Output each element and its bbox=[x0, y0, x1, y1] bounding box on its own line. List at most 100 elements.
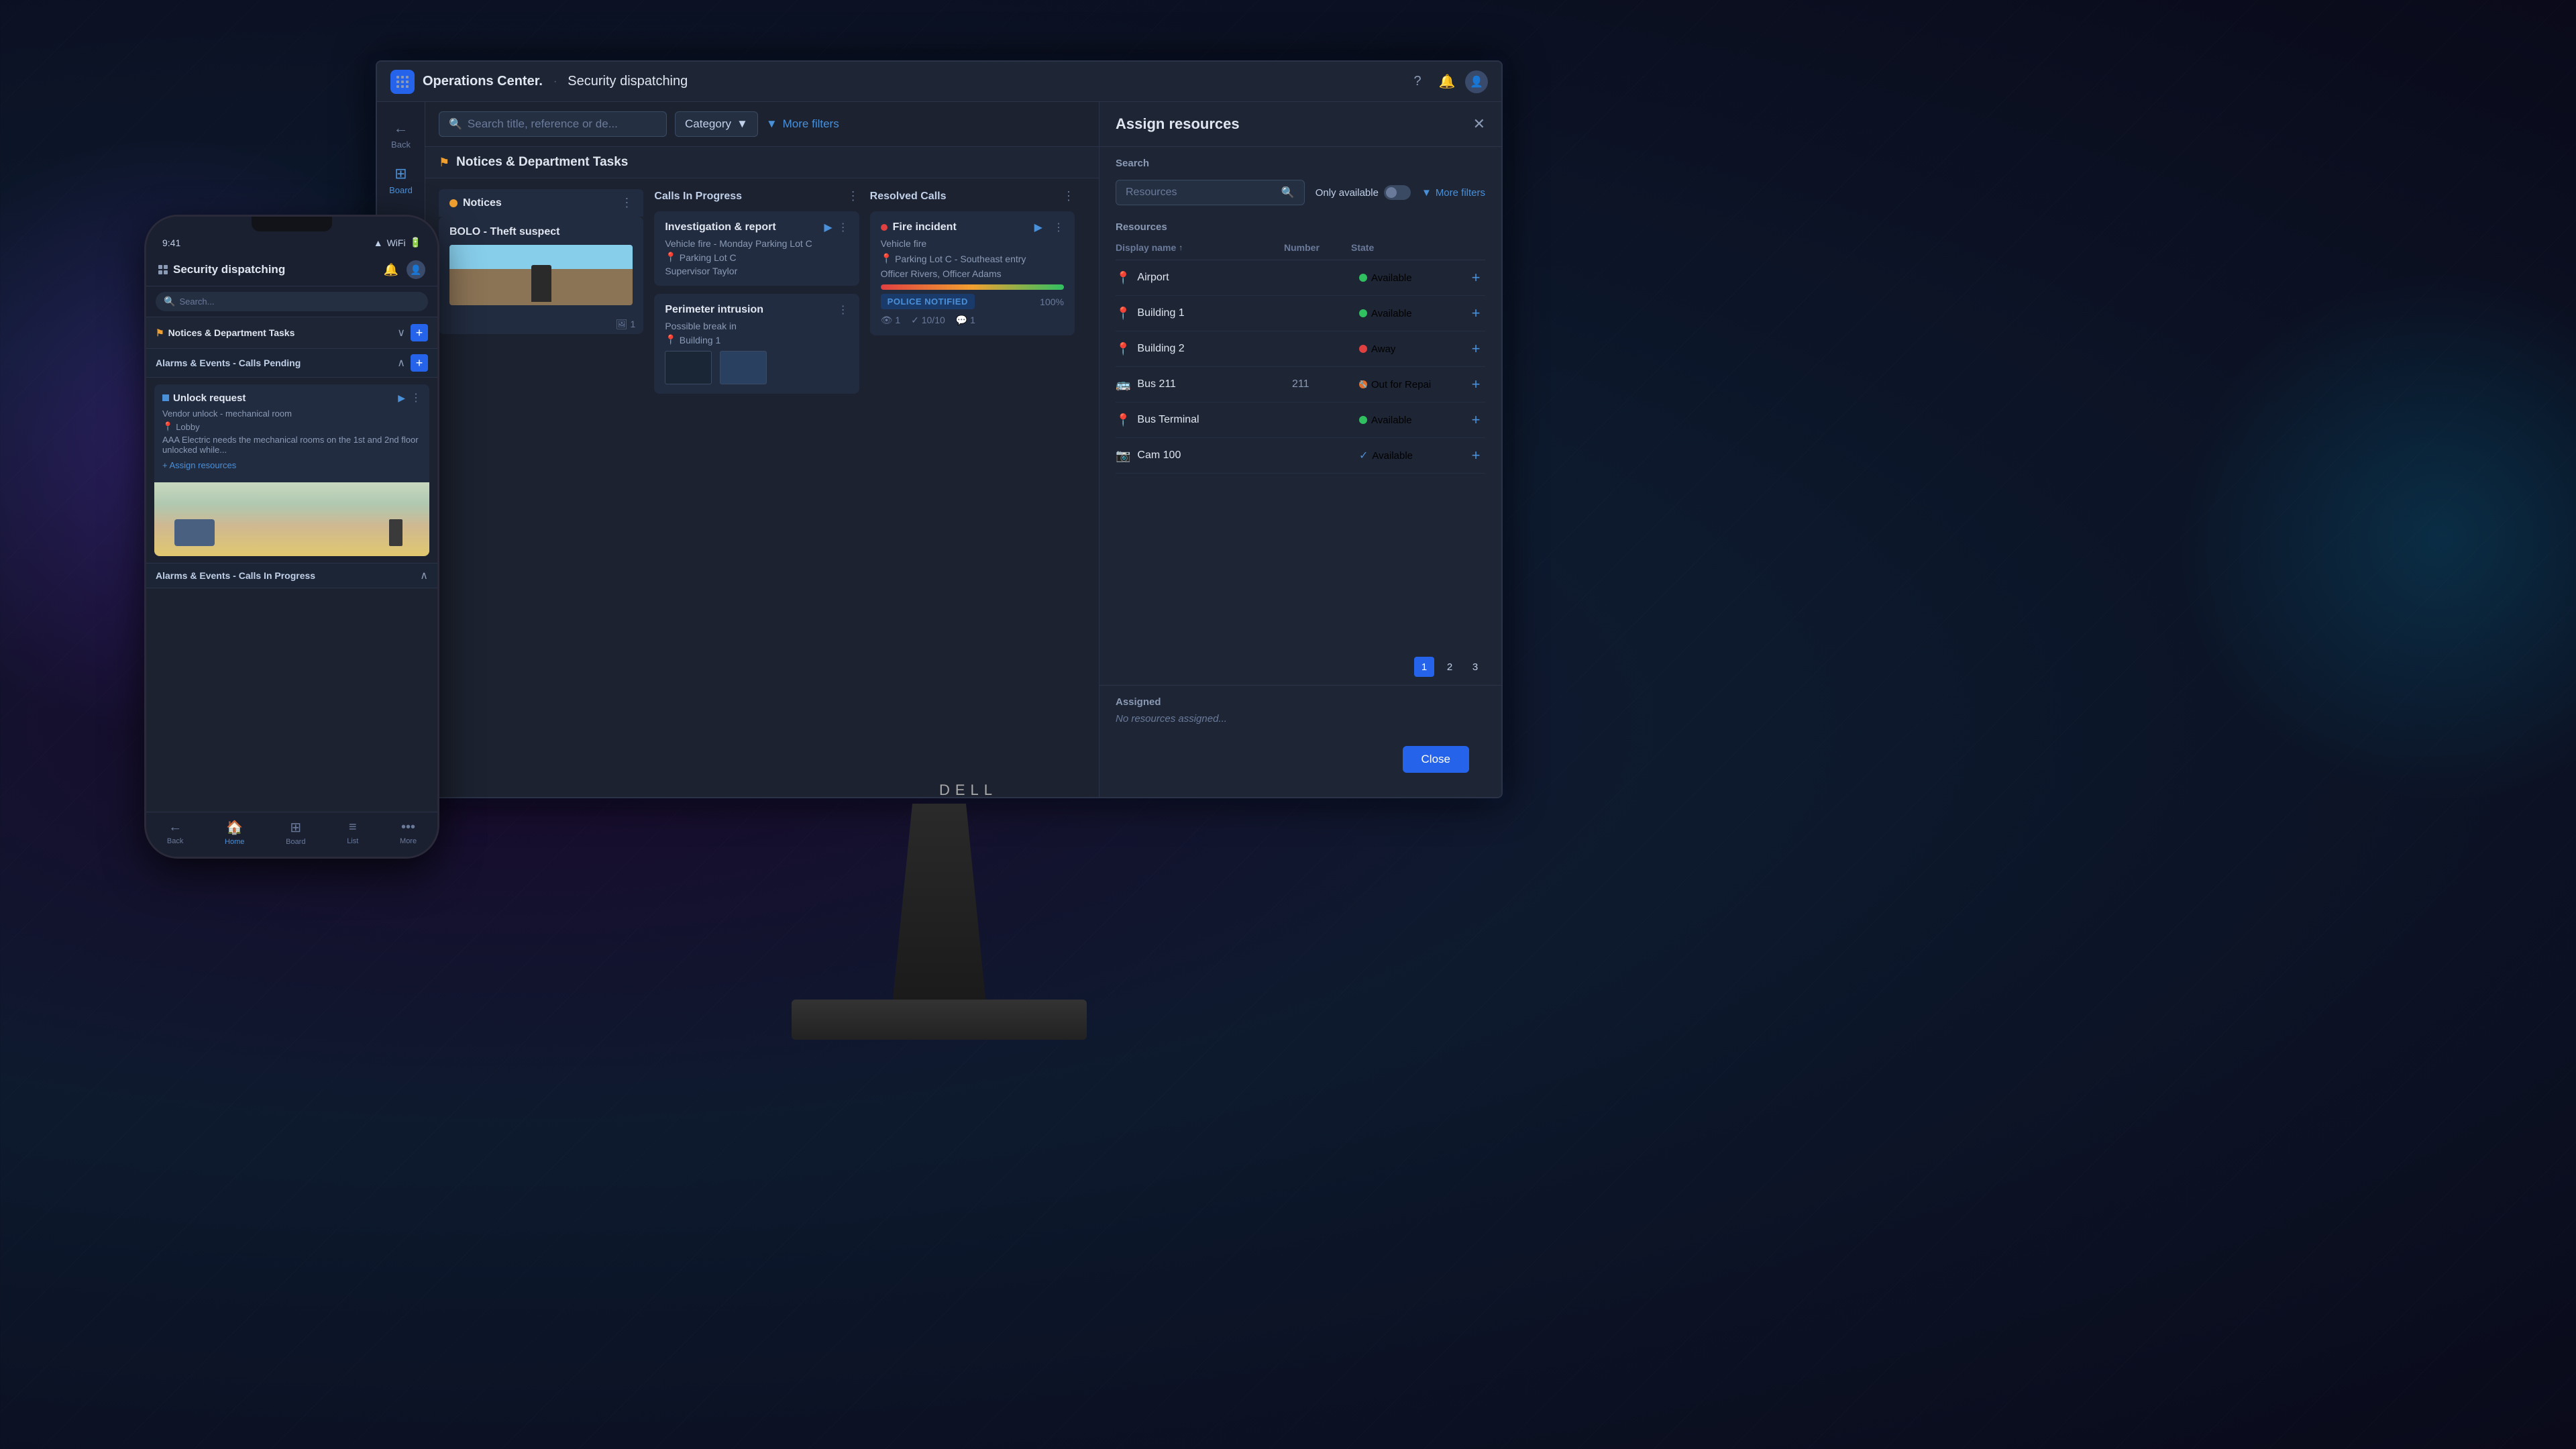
sidebar-item-board[interactable]: ⊞ Board bbox=[382, 158, 420, 201]
phone-inprogress-expand-icon[interactable]: ∧ bbox=[420, 569, 428, 582]
sidebar-item-back[interactable]: ← Back bbox=[382, 113, 420, 156]
phone-nav-bar: ← Back 🏠 Home ⊞ Board ≡ List ••• More bbox=[146, 812, 437, 857]
close-panel-button[interactable]: Close bbox=[1403, 746, 1469, 773]
fire-menu-icon[interactable]: ⋮ bbox=[1053, 221, 1064, 234]
page-1-button[interactable]: 1 bbox=[1414, 657, 1434, 677]
phone-search-bar: 🔍 Search... bbox=[146, 286, 437, 317]
assign-search-wrapper[interactable]: 🔍 bbox=[1116, 180, 1305, 205]
phone-pending-expand-icon[interactable]: ∧ bbox=[397, 356, 405, 370]
user-avatar[interactable]: 👤 bbox=[1465, 70, 1488, 93]
busterminal-add-button[interactable]: + bbox=[1466, 411, 1485, 429]
calls-column-header: Calls In Progress ⋮ bbox=[654, 189, 859, 203]
lobby-background bbox=[154, 482, 429, 556]
category-label: Category bbox=[685, 117, 731, 131]
phone-app-header: Security dispatching 🔔 👤 bbox=[146, 254, 437, 286]
more-filters-button[interactable]: ▼ More filters bbox=[766, 117, 839, 131]
phone-container: 9:41 ▲ WiFi 🔋 Security dispatching bbox=[144, 215, 439, 859]
building1-add-button[interactable]: + bbox=[1466, 304, 1485, 323]
cam100-name: Cam 100 bbox=[1137, 449, 1292, 462]
phone-search-placeholder[interactable]: Search... bbox=[179, 297, 214, 307]
phone-nav-home-label: Home bbox=[225, 838, 244, 846]
monitor-base bbox=[792, 1000, 1087, 1040]
assign-more-filters-button[interactable]: ▼ More filters bbox=[1421, 187, 1485, 199]
search-input[interactable] bbox=[468, 117, 655, 131]
fire-subtitle: Vehicle fire bbox=[881, 238, 1064, 249]
phone-nav-home[interactable]: 🏠 Home bbox=[225, 819, 244, 846]
perimeter-menu-icon[interactable]: ⋮ bbox=[838, 303, 849, 317]
only-available-row: Only available bbox=[1316, 185, 1411, 200]
bus211-add-button[interactable]: + bbox=[1466, 375, 1485, 394]
phone-unlock-dot bbox=[162, 394, 169, 401]
building2-state-label: Away bbox=[1371, 343, 1395, 355]
fire-card-meta: 👁 1 ✓ 10/10 💬 1 bbox=[881, 315, 1064, 326]
fire-location: 📍 Parking Lot C - Southeast entry bbox=[881, 253, 1064, 264]
app-name: Operations Center. bbox=[423, 74, 543, 89]
phone-nav-more[interactable]: ••• More bbox=[400, 820, 417, 845]
phone-header-icons: 🔔 👤 bbox=[384, 260, 425, 279]
call-card-perimeter[interactable]: Perimeter intrusion ⋮ Possible break in … bbox=[654, 294, 859, 394]
notice-card-bolo[interactable]: BOLO - Theft suspect 🖼 1 bbox=[439, 217, 643, 334]
store-image bbox=[449, 245, 633, 305]
phone-unlock-menu-icon[interactable]: ⋮ bbox=[411, 391, 421, 405]
phone-nav-list[interactable]: ≡ List bbox=[347, 820, 358, 845]
phone-alarms-inprogress-title: Alarms & Events - Calls In Progress bbox=[156, 570, 315, 581]
notices-column: Notices ⋮ BOLO - Theft suspect bbox=[439, 189, 643, 786]
building2-state: Away bbox=[1359, 343, 1466, 355]
assign-panel-close-icon[interactable]: ✕ bbox=[1473, 115, 1485, 133]
image-count-icon: 🖼 1 bbox=[616, 319, 635, 330]
search-input-wrapper[interactable]: 🔍 bbox=[439, 111, 667, 137]
sidebar-board-label: Board bbox=[389, 185, 413, 195]
resolved-calls-column: Resolved Calls ⋮ Fire incident ▶ ⋮ bbox=[870, 189, 1075, 786]
phone-bell-icon[interactable]: 🔔 bbox=[384, 263, 398, 277]
help-icon[interactable]: ? bbox=[1406, 70, 1429, 93]
phone-alarms-pending-actions: ∧ + bbox=[397, 354, 428, 372]
investigation-play-icon[interactable]: ▶ bbox=[824, 221, 832, 234]
filter-funnel-icon: ▼ bbox=[1421, 187, 1432, 199]
airport-add-button[interactable]: + bbox=[1466, 268, 1485, 287]
title-bar: Operations Center. · Security dispatchin… bbox=[377, 62, 1501, 102]
investigation-menu-icon[interactable]: ⋮ bbox=[838, 221, 849, 234]
app-window: Operations Center. · Security dispatchin… bbox=[377, 62, 1501, 797]
phone-nav-back-label: Back bbox=[167, 837, 183, 845]
phone-assign-resources-button[interactable]: + Assign resources bbox=[162, 460, 421, 470]
phone-nav-board-icon: ⊞ bbox=[290, 819, 301, 836]
phone-user-avatar[interactable]: 👤 bbox=[407, 260, 425, 279]
page-3-button[interactable]: 3 bbox=[1465, 657, 1485, 677]
col-header-state: State bbox=[1351, 242, 1458, 253]
fire-play-icon[interactable]: ▶ bbox=[1034, 221, 1042, 234]
phone-notices-add-button[interactable]: + bbox=[411, 324, 428, 341]
notices-menu-icon[interactable]: ⋮ bbox=[621, 196, 633, 210]
building2-add-button[interactable]: + bbox=[1466, 339, 1485, 358]
board-columns: Notices ⋮ BOLO - Theft suspect bbox=[425, 178, 1099, 797]
phone-notices-expand-icon[interactable]: ∨ bbox=[397, 326, 405, 339]
close-btn-row: Close bbox=[1099, 735, 1501, 797]
phone-pending-add-button[interactable]: + bbox=[411, 354, 428, 372]
calls-menu-icon[interactable]: ⋮ bbox=[847, 189, 859, 203]
building2-location-icon: 📍 bbox=[1116, 342, 1130, 356]
busterminal-location-icon: 📍 bbox=[1116, 413, 1130, 427]
page-2-button[interactable]: 2 bbox=[1440, 657, 1460, 677]
building1-name: Building 1 bbox=[1137, 307, 1292, 319]
phone-unlock-card[interactable]: Unlock request ▶ ⋮ Vendor unlock - mecha… bbox=[154, 384, 429, 556]
filter-label: More filters bbox=[783, 117, 839, 131]
toggle-knob bbox=[1386, 187, 1397, 198]
airport-status-dot bbox=[1359, 274, 1367, 282]
phone-unlock-play-icon[interactable]: ▶ bbox=[398, 392, 405, 404]
surveillance-thumb-2 bbox=[720, 351, 767, 384]
resolved-menu-icon[interactable]: ⋮ bbox=[1063, 189, 1075, 203]
category-dropdown[interactable]: Category ▼ bbox=[675, 111, 758, 137]
phone-unlock-location: 📍 Lobby bbox=[162, 421, 421, 432]
monitor-stand bbox=[872, 804, 1006, 1005]
assign-search-input[interactable] bbox=[1126, 186, 1276, 199]
sort-arrow-icon[interactable]: ↑ bbox=[1179, 243, 1183, 252]
phone-nav-back[interactable]: ← Back bbox=[167, 820, 183, 845]
category-chevron-icon: ▼ bbox=[737, 117, 748, 131]
notification-icon[interactable]: 🔔 bbox=[1436, 70, 1458, 93]
call-card-investigation[interactable]: Investigation & report ▶ ⋮ Vehicle fire … bbox=[654, 211, 859, 286]
resource-row-building1: 📍 Building 1 Available + bbox=[1116, 296, 1485, 331]
phone-nav-board[interactable]: ⊞ Board bbox=[286, 819, 305, 846]
cam100-add-button[interactable]: + bbox=[1466, 446, 1485, 465]
phone-screen: 9:41 ▲ WiFi 🔋 Security dispatching bbox=[146, 217, 437, 857]
only-available-toggle[interactable] bbox=[1384, 185, 1411, 200]
resolved-card-fire[interactable]: Fire incident ▶ ⋮ Vehicle fire 📍 Parking… bbox=[870, 211, 1075, 335]
